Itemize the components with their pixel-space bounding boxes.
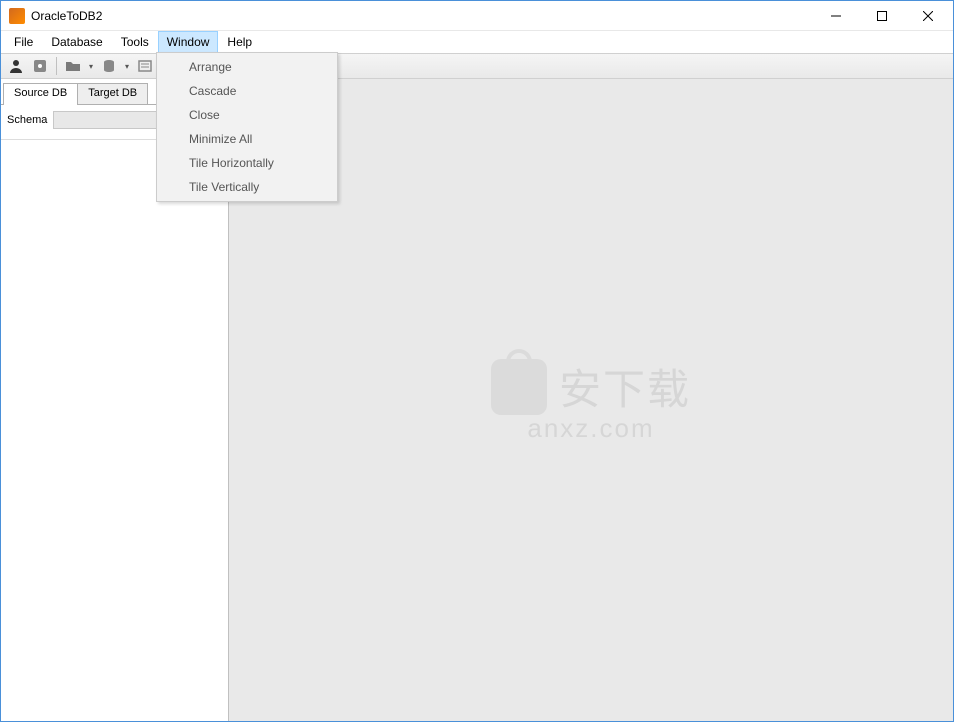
toolbar-user-icon[interactable] (5, 55, 27, 77)
toolbar-db-icon[interactable] (98, 55, 120, 77)
toolbar: ▾ ▾ ▾ (1, 53, 953, 79)
tab-source-db[interactable]: Source DB (3, 83, 78, 105)
menu-help[interactable]: Help (218, 31, 261, 53)
watermark-cn: 安下载 (559, 356, 691, 417)
shield-icon (491, 359, 547, 415)
menu-tile-horizontally[interactable]: Tile Horizontally (159, 151, 335, 175)
menu-cascade[interactable]: Cascade (159, 79, 335, 103)
watermark-en: anxz.com (491, 413, 691, 444)
toolbar-separator (56, 57, 57, 75)
schema-label: Schema (7, 114, 47, 126)
window-menu-dropdown: Arrange Cascade Close Minimize All Tile … (156, 52, 338, 202)
close-button[interactable] (905, 1, 951, 31)
toolbar-settings-icon[interactable] (29, 55, 51, 77)
toolbar-folder-dropdown[interactable]: ▾ (86, 62, 96, 71)
menu-window[interactable]: Window (158, 31, 219, 53)
menu-file[interactable]: File (5, 31, 42, 53)
app-icon (9, 8, 25, 24)
menu-close[interactable]: Close (159, 103, 335, 127)
window-title: OracleToDB2 (31, 9, 102, 23)
menu-minimize-all[interactable]: Minimize All (159, 127, 335, 151)
schema-tree[interactable] (1, 139, 228, 721)
toolbar-folder-icon[interactable] (62, 55, 84, 77)
content-area: Source DB Target DB Schema 安下载 anxz.com (1, 79, 953, 721)
toolbar-task-icon[interactable] (134, 55, 156, 77)
maximize-button[interactable] (859, 1, 905, 31)
menu-database[interactable]: Database (42, 31, 111, 53)
menu-tools[interactable]: Tools (112, 31, 158, 53)
menu-tile-vertically[interactable]: Tile Vertically (159, 175, 335, 199)
menubar: File Database Tools Window Help (1, 31, 953, 53)
titlebar: OracleToDB2 (1, 1, 953, 31)
watermark: 安下载 anxz.com (491, 356, 691, 444)
toolbar-db-dropdown[interactable]: ▾ (122, 62, 132, 71)
tab-target-db[interactable]: Target DB (77, 83, 148, 105)
menu-arrange[interactable]: Arrange (159, 55, 335, 79)
minimize-button[interactable] (813, 1, 859, 31)
